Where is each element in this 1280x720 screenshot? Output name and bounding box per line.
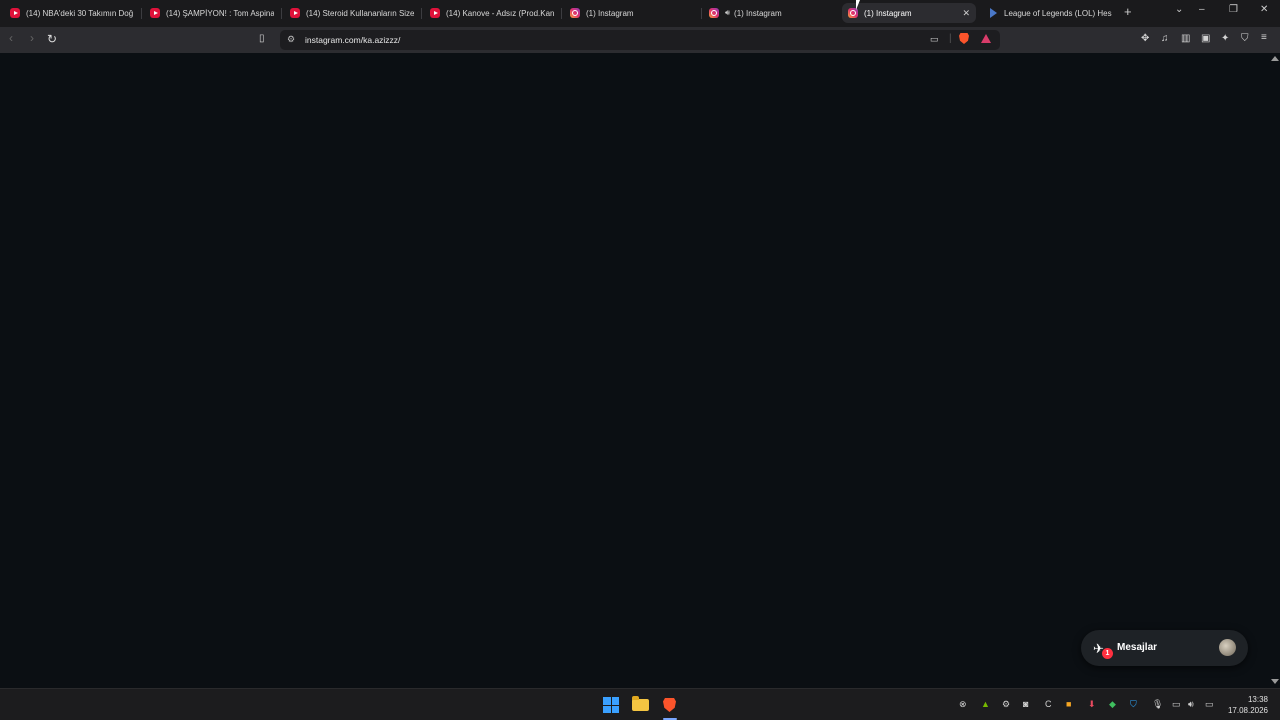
windows-taskbar: ⊗ ▲ ⚙ ◙ C ■ ⬇ ◆ ⛉ 🎙︎ ▭ 🔊︎ ▭ 13:38 17.08.… xyxy=(0,688,1280,720)
tab-title: (1) Instagram xyxy=(586,8,634,18)
close-tab-icon[interactable]: ✕ xyxy=(962,8,970,19)
youtube-icon xyxy=(430,8,440,18)
tab-nba[interactable]: (14) NBA'deki 30 Takımın Doğ xyxy=(4,3,134,23)
battery-icon[interactable]: ▭ xyxy=(1205,699,1214,710)
tab-separator xyxy=(421,8,422,19)
scrollbar[interactable] xyxy=(1270,53,1280,687)
nvidia-icon[interactable]: ▲ xyxy=(981,699,990,709)
tray-green-icon[interactable]: ◆ xyxy=(1109,699,1116,710)
tab-title: League of Legends (LOL) Hesa xyxy=(1004,8,1112,18)
brave-rewards-icon[interactable] xyxy=(981,34,991,43)
clock-date: 17.08.2026 xyxy=(1227,706,1268,715)
speaker-icon[interactable]: 🔊︎ xyxy=(725,8,730,18)
tab-separator xyxy=(281,8,282,19)
tab-instagram-2[interactable]: 🔊︎ (1) Instagram xyxy=(703,3,838,23)
scroll-down-arrow-icon[interactable] xyxy=(1271,679,1279,684)
forward-button[interactable]: › xyxy=(30,31,34,45)
unread-badge: 1 xyxy=(1102,648,1113,659)
mouse-cursor xyxy=(856,0,860,10)
tab-separator xyxy=(701,8,702,19)
network-icon[interactable]: ▭ xyxy=(1172,699,1181,710)
tab-sampiyon[interactable]: (14) ŞAMPİYON! : Tom Aspinal xyxy=(144,3,274,23)
tab-instagram-active[interactable]: (1) Instagram ✕ xyxy=(842,3,976,23)
browser-toolbar: ‹ › ↻ ▯ ⚙ instagram.com/ka.azizzz/ ▭ | ✥… xyxy=(0,27,1280,53)
back-button[interactable]: ‹ xyxy=(9,31,13,45)
tray-c-icon[interactable]: C xyxy=(1045,699,1052,709)
tray-app-icon[interactable]: ⊗ xyxy=(959,699,967,710)
system-clock[interactable]: 13:38 17.08.2026 xyxy=(1226,694,1268,716)
file-explorer-icon[interactable] xyxy=(632,696,649,711)
cast-icon[interactable]: ▭ xyxy=(930,34,939,45)
microphone-icon[interactable]: 🎙︎ xyxy=(1152,699,1163,710)
play-icon xyxy=(988,8,998,18)
site-info-icon[interactable]: ⚙ xyxy=(287,34,295,45)
bookmark-icon[interactable]: ▯ xyxy=(259,33,265,44)
tab-kanove[interactable]: (14) Kanove - Adsız (Prod.Kan xyxy=(424,3,554,23)
music-icon[interactable]: ♫ xyxy=(1161,33,1169,44)
close-window-button[interactable]: ✕ xyxy=(1260,4,1268,15)
wallet-icon[interactable]: ▣ xyxy=(1201,33,1210,44)
instagram-icon xyxy=(570,8,580,18)
tray-orange-icon[interactable]: ■ xyxy=(1066,699,1071,709)
url-text[interactable]: instagram.com/ka.azizzz/ xyxy=(305,35,400,45)
minimize-button[interactable]: – xyxy=(1199,4,1205,15)
tab-title: (14) ŞAMPİYON! : Tom Aspinal xyxy=(166,8,274,18)
discord-icon[interactable]: ◙ xyxy=(1023,699,1028,709)
tab-strip: (14) NBA'deki 30 Takımın Doğ (14) ŞAMPİY… xyxy=(0,0,1280,27)
tab-list-button[interactable]: ⌄ xyxy=(1175,4,1183,15)
avatar xyxy=(1219,639,1236,656)
scroll-up-arrow-icon[interactable] xyxy=(1271,56,1279,61)
brave-browser-icon[interactable] xyxy=(663,698,676,712)
tab-title: (1) Instagram xyxy=(734,8,782,18)
tab-separator xyxy=(561,8,562,19)
maximize-button[interactable]: ❐ xyxy=(1229,4,1238,15)
security-shield-icon[interactable]: ⛉ xyxy=(1130,699,1137,710)
url-divider: | xyxy=(949,33,952,44)
clock-time: 13:38 xyxy=(1247,695,1268,704)
tab-league-of-legends[interactable]: League of Legends (LOL) Hesa xyxy=(982,3,1112,23)
leo-ai-icon[interactable]: ✦ xyxy=(1221,33,1229,44)
tab-title: (1) Instagram xyxy=(864,8,912,18)
tab-title: (14) Kanove - Adsız (Prod.Kan xyxy=(446,8,554,18)
windows-start-icon[interactable] xyxy=(603,697,619,713)
messages-label: Mesajlar xyxy=(1117,642,1158,653)
vpn-shield-icon[interactable]: ⛉ xyxy=(1241,33,1249,44)
tab-instagram-1[interactable]: (1) Instagram xyxy=(564,3,694,23)
tab-steroid[interactable]: (14) Steroid Kullananların Size xyxy=(284,3,414,23)
youtube-icon xyxy=(290,8,300,18)
messages-button[interactable]: ✈︎ 1 Mesajlar xyxy=(1081,630,1248,666)
youtube-icon xyxy=(10,8,20,18)
reload-button[interactable]: ↻ xyxy=(47,32,57,46)
tab-separator xyxy=(141,8,142,19)
tab-title: (14) Steroid Kullananların Size xyxy=(306,8,414,18)
youtube-icon xyxy=(150,8,160,18)
volume-icon[interactable]: 🔊︎ xyxy=(1188,699,1194,710)
sidebar-icon[interactable]: ▥ xyxy=(1181,33,1190,44)
instagram-page-content xyxy=(0,53,1270,687)
new-tab-button[interactable]: + xyxy=(1124,4,1132,19)
tray-settings-icon[interactable]: ⚙ xyxy=(1002,699,1010,710)
instagram-icon xyxy=(709,8,719,18)
download-icon[interactable]: ⬇ xyxy=(1088,699,1096,710)
extensions-icon[interactable]: ✥ xyxy=(1141,33,1149,44)
tab-title: (14) NBA'deki 30 Takımın Doğ xyxy=(26,8,134,18)
address-bar[interactable]: ⚙ instagram.com/ka.azizzz/ ▭ | xyxy=(280,30,1000,50)
menu-icon[interactable]: ≡ xyxy=(1261,32,1267,43)
